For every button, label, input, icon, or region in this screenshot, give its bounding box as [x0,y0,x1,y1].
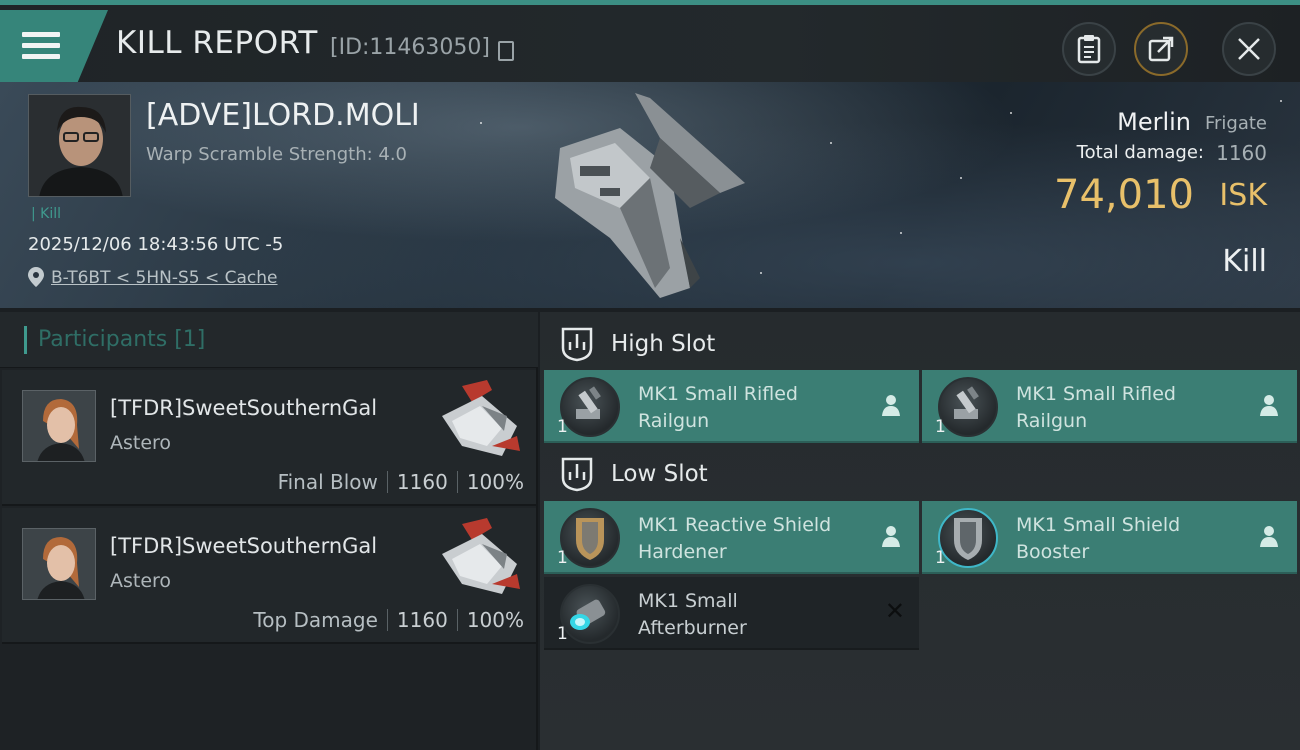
module-card[interactable]: 1 MK1 Small Rifled Railgun [544,370,919,443]
fitting-panel: High Slot 1 MK1 Small Rifled Railgun 1 M… [540,312,1300,750]
participants-panel: Participants [1] [TFDR]SweetSouthernGal … [0,312,538,750]
module-name: MK1 Small Afterburner [638,590,747,639]
participant-name[interactable]: [TFDR]SweetSouthernGal [110,396,377,420]
afterburner-icon [560,584,620,644]
participant-name[interactable]: [TFDR]SweetSouthernGal [110,534,377,558]
header-bar: KILL REPORT [ID:11463050] [0,0,1300,82]
victim-avatar[interactable] [28,94,131,197]
module-name: MK1 Small Rifled Railgun [638,383,798,432]
high-slot-header: High Slot [540,316,1300,372]
participant-ship-image [442,518,520,594]
module-name: MK1 Reactive Shield Hardener [638,514,832,563]
module-card[interactable]: 1 MK1 Small Shield Booster [922,501,1297,574]
module-quantity: 1 [935,548,946,568]
high-slot-title: High Slot [611,331,716,357]
participant-row[interactable]: [TFDR]SweetSouthernGal Astero Top Damage… [2,508,536,644]
module-card[interactable]: 1 MK1 Small Afterburner ✕ [544,577,919,650]
participant-damage: 1160 [396,470,448,494]
copy-icon[interactable] [498,41,514,61]
participants-title: Participants [1] [38,327,206,352]
total-damage-label: Total damage: [1076,142,1204,163]
participant-percent: 100% [466,470,524,494]
module-name: MK1 Small Rifled Railgun [1016,383,1176,432]
module-card[interactable]: 1 MK1 Small Rifled Railgun [922,370,1297,443]
person-icon [1260,526,1278,547]
location-pin-icon [28,267,44,287]
ship-class: Frigate [1204,113,1267,134]
railgun-icon [560,377,620,437]
isk-value: 74,010 [1054,172,1194,218]
participant-role: Final Blow [277,470,378,494]
participant-percent: 100% [466,608,524,632]
destroyed-x-icon: ✕ [884,597,905,625]
module-quantity: 1 [557,624,568,644]
report-id: [ID:11463050] [330,35,490,60]
person-icon [1260,395,1278,416]
module-name: MK1 Small Shield Booster [1016,514,1181,563]
participant-stats: Final Blow 1160 100% [278,470,524,494]
participants-header: Participants [1] [0,312,538,368]
clipboard-icon [1077,35,1101,64]
close-button[interactable] [1222,22,1276,76]
total-damage-value: 1160 [1216,141,1267,165]
low-slot-title: Low Slot [611,461,708,487]
kill-tag: | Kill [31,206,62,222]
menu-icon [22,32,60,62]
close-icon [1238,38,1260,60]
module-card[interactable]: 1 MK1 Reactive Shield Hardener [544,501,919,574]
participant-role: Top Damage [253,608,378,632]
person-icon [882,526,900,547]
low-slot-icon [561,457,593,492]
share-icon [1148,36,1174,62]
victim-banner: [ADVE]LORD.MOLI Warp Scramble Strength: … [0,82,1300,308]
victim-name[interactable]: [ADVE]LORD.MOLI [146,98,420,133]
warp-scramble-strength: Warp Scramble Strength: 4.0 [146,144,408,165]
person-icon [882,395,900,416]
isk-unit: ISK [1219,178,1267,213]
participant-ship: Astero [110,570,172,592]
participant-stats: Top Damage 1160 100% [253,608,524,632]
kill-result: Kill [1222,244,1267,279]
participant-row[interactable]: [TFDR]SweetSouthernGal Astero Final Blow… [2,370,536,506]
participant-damage: 1160 [396,608,448,632]
participant-avatar[interactable] [22,528,96,600]
module-quantity: 1 [557,417,568,437]
shield-booster-icon [938,508,998,568]
participant-ship-image [442,380,520,456]
low-slot-header: Low Slot [540,446,1300,502]
ship-name[interactable]: Merlin [1117,108,1191,136]
module-quantity: 1 [935,417,946,437]
clipboard-button[interactable] [1062,22,1116,76]
victim-ship-image [555,93,745,298]
menu-button[interactable] [0,10,108,82]
high-slot-icon [561,327,593,362]
railgun-icon [938,377,998,437]
participant-avatar[interactable] [22,390,96,462]
module-quantity: 1 [557,548,568,568]
participant-ship: Astero [110,432,172,454]
shield-hardener-icon [560,508,620,568]
kill-datetime: 2025/12/06 18:43:56 UTC -5 [28,234,284,255]
page-title: KILL REPORT [116,25,318,61]
location-link[interactable]: B-T6BT < 5HN-S5 < Cache [51,268,278,288]
share-button[interactable] [1134,22,1188,76]
